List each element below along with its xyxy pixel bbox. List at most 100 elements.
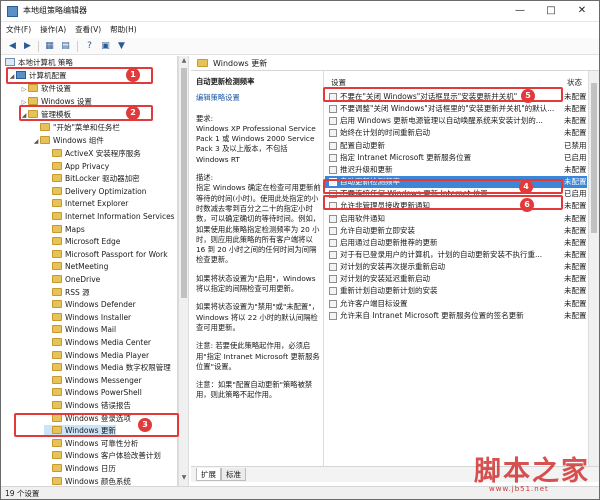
setting-row[interactable]: 推迟升级和更新 未配置 bbox=[325, 164, 587, 176]
tree-item[interactable]: Windows Media Center bbox=[44, 337, 151, 349]
tree-item[interactable]: Microsoft Edge bbox=[44, 236, 120, 248]
tree-item[interactable]: Windows Installer bbox=[44, 312, 131, 324]
tree-item[interactable]: App Privacy bbox=[44, 161, 109, 173]
tree-item[interactable]: Windows Media 数字权限管理 bbox=[44, 362, 171, 374]
column-setting[interactable]: 设置 bbox=[331, 77, 346, 88]
maximize-button[interactable]: □ bbox=[536, 1, 566, 21]
setting-row[interactable]: 允许非管理员接收更新通知 未配置 bbox=[325, 200, 587, 212]
folder-icon bbox=[52, 426, 62, 435]
tree-software-settings[interactable]: ▷ 软件设置 bbox=[20, 83, 71, 95]
setting-row[interactable]: 对计划的安装延迟重新启动 未配置 bbox=[325, 273, 587, 285]
tree-item[interactable]: Windows Defender bbox=[44, 299, 136, 311]
column-state[interactable]: 状态 bbox=[567, 77, 582, 88]
tree-root[interactable]: 本地计算机 策略 bbox=[5, 57, 73, 69]
setting-name: 允许客户端目标设置 bbox=[340, 298, 408, 308]
description-enabled: 如果将状态设置为"启用"，Windows 将以指定的间隔检查可用更新。 bbox=[196, 273, 316, 294]
scroll-down-icon[interactable]: ▼ bbox=[179, 474, 189, 484]
chevron-right-icon[interactable]: ▷ bbox=[20, 97, 28, 109]
tree-item[interactable]: Windows Mail bbox=[44, 324, 116, 336]
scroll-up-icon[interactable]: ▲ bbox=[179, 57, 189, 67]
tree-item[interactable]: Delivery Optimization bbox=[44, 186, 147, 198]
tree-item[interactable]: Windows Media Player bbox=[44, 350, 149, 362]
setting-row[interactable]: 允许来自 Intranet Microsoft 更新服务位置的签名更新 未配置 bbox=[325, 310, 587, 322]
chevron-down-icon[interactable]: ◢ bbox=[32, 136, 40, 148]
back-icon[interactable]: ◀ bbox=[6, 40, 19, 53]
menu-help[interactable]: 帮助(H) bbox=[105, 22, 141, 35]
minimize-button[interactable]: — bbox=[505, 1, 535, 21]
setting-row[interactable]: 启用软件通知 未配置 bbox=[325, 213, 587, 225]
watermark-url: www.jb51.net bbox=[489, 485, 549, 493]
tree-item[interactable]: Windows PowerShell bbox=[44, 387, 142, 399]
tree-item[interactable]: BitLocker 驱动器加密 bbox=[44, 173, 140, 185]
tree-start-menu[interactable]: "开始"菜单和任务栏 bbox=[32, 122, 120, 134]
tab-standard[interactable]: 标准 bbox=[221, 468, 246, 481]
chevron-right-icon[interactable]: ▷ bbox=[20, 84, 28, 96]
setting-row[interactable]: 不要调整"关闭 Windows"对话框里的"安装更新并关机"的默认... 未配置 bbox=[325, 103, 587, 115]
folder-up-icon[interactable]: ▦ bbox=[43, 40, 56, 53]
setting-row[interactable]: 允许客户端目标设置 未配置 bbox=[325, 298, 587, 310]
tree-item[interactable]: Windows 更新 bbox=[44, 425, 116, 438]
setting-row[interactable]: 不要在"关闭 Windows"对话框显示"安装更新并关机" 未配置 bbox=[325, 91, 587, 103]
tree-item-label: Windows 颜色系统 bbox=[65, 476, 131, 486]
tree-admin-templates[interactable]: ◢ 管理模板 bbox=[20, 109, 71, 121]
properties-icon[interactable]: ▤ bbox=[59, 40, 72, 53]
forward-icon[interactable]: ▶ bbox=[21, 40, 34, 53]
help-icon[interactable]: ? bbox=[83, 40, 96, 53]
close-button[interactable]: ✕ bbox=[567, 1, 597, 21]
tree-item-label: Windows Messenger bbox=[65, 375, 142, 385]
tree-item[interactable]: Windows 登录选项 bbox=[44, 413, 131, 425]
extend-view-icon[interactable]: ▣ bbox=[99, 40, 112, 53]
setting-row[interactable]: 启用通过自动更新推荐的更新 未配置 bbox=[325, 237, 587, 249]
setting-row[interactable]: 指定 Intranet Microsoft 更新服务位置 已启用 bbox=[325, 152, 587, 164]
setting-row[interactable]: 对计划的安装再次提示重新启动 未配置 bbox=[325, 261, 587, 273]
policy-setting-icon bbox=[329, 287, 337, 296]
setting-row[interactable]: 配置自动更新 已禁用 bbox=[325, 140, 587, 152]
filter-icon[interactable]: ▼ bbox=[115, 40, 128, 53]
chevron-down-icon[interactable]: ◢ bbox=[8, 71, 16, 83]
callout-badge-6: 6 bbox=[520, 198, 534, 212]
setting-state: 未配置 bbox=[564, 164, 587, 174]
list-header: 设置 状态 bbox=[325, 77, 587, 89]
tree-item[interactable]: NetMeeting bbox=[44, 261, 108, 273]
tree-scrollbar[interactable]: ▲ ▼ bbox=[178, 56, 189, 486]
tree-item-label: Windows Media Player bbox=[65, 350, 150, 360]
tree-item[interactable]: Windows 日历 bbox=[44, 463, 116, 475]
list-scrollbar[interactable] bbox=[588, 71, 599, 466]
tree-item[interactable]: Windows Messenger bbox=[44, 375, 142, 387]
tab-extended[interactable]: 扩展 bbox=[196, 468, 221, 481]
menu-action[interactable]: 操作(A) bbox=[35, 22, 70, 35]
setting-row[interactable]: 不要连接任何 Windows 更新 Internet 位置 已启用 bbox=[325, 188, 587, 200]
tree-windows-components[interactable]: ◢ Windows 组件 bbox=[32, 135, 104, 147]
tree-item[interactable]: Windows 可靠性分析 bbox=[44, 438, 138, 450]
computer-icon bbox=[16, 71, 26, 79]
tree-item[interactable]: Maps bbox=[44, 224, 85, 236]
menu-view[interactable]: 查看(V) bbox=[70, 22, 105, 35]
tree-item[interactable]: Windows 颜色系统 bbox=[44, 476, 131, 486]
tree-computer-config[interactable]: ◢ 计算机配置 bbox=[8, 70, 67, 82]
tree-item[interactable]: Internet Explorer bbox=[44, 198, 128, 210]
tree-item[interactable]: Internet Information Services bbox=[44, 211, 175, 223]
tree-item[interactable]: Microsoft Passport for Work bbox=[44, 249, 168, 261]
scroll-thumb[interactable] bbox=[591, 83, 597, 233]
tree-item[interactable]: Windows 客户体验改善计划 bbox=[44, 450, 161, 462]
tree-item[interactable]: ActiveX 安装程序服务 bbox=[44, 148, 141, 160]
tree-windows-settings[interactable]: ▷ Windows 设置 bbox=[20, 96, 92, 108]
edit-policy-link[interactable]: 编辑策略设置 bbox=[196, 93, 321, 103]
setting-name: 指定 Intranet Microsoft 更新服务位置 bbox=[340, 152, 472, 162]
tree-item[interactable]: RSS 源 bbox=[44, 287, 90, 299]
setting-state: 未配置 bbox=[564, 104, 587, 114]
watermark-brand: 脚本之家 bbox=[474, 456, 590, 487]
tree-item[interactable]: Windows 错误报告 bbox=[44, 400, 131, 412]
tree-item-label: Windows 日历 bbox=[65, 464, 116, 473]
menu-file[interactable]: 文件(F) bbox=[1, 22, 35, 35]
setting-row[interactable]: 始终在计划的时间重新启动 未配置 bbox=[325, 127, 587, 139]
scroll-thumb[interactable] bbox=[181, 68, 187, 298]
setting-row[interactable]: 启用 Windows 更新电源管理以自动唤醒系统来安装计划的... 未配置 bbox=[325, 115, 587, 127]
tree-item[interactable]: OneDrive bbox=[44, 274, 100, 286]
setting-row[interactable]: 允许自动更新立即安装 未配置 bbox=[325, 225, 587, 237]
chevron-down-icon[interactable]: ◢ bbox=[20, 110, 28, 122]
setting-row[interactable]: 自动更新检测频率 未配置 bbox=[325, 176, 587, 188]
setting-row[interactable]: 对于有已登录用户的计算机，计划的自动更新安装不执行重... 未配置 bbox=[325, 249, 587, 261]
setting-row[interactable]: 重新计划自动更新计划的安装 未配置 bbox=[325, 285, 587, 297]
setting-name: 推迟升级和更新 bbox=[340, 164, 393, 174]
